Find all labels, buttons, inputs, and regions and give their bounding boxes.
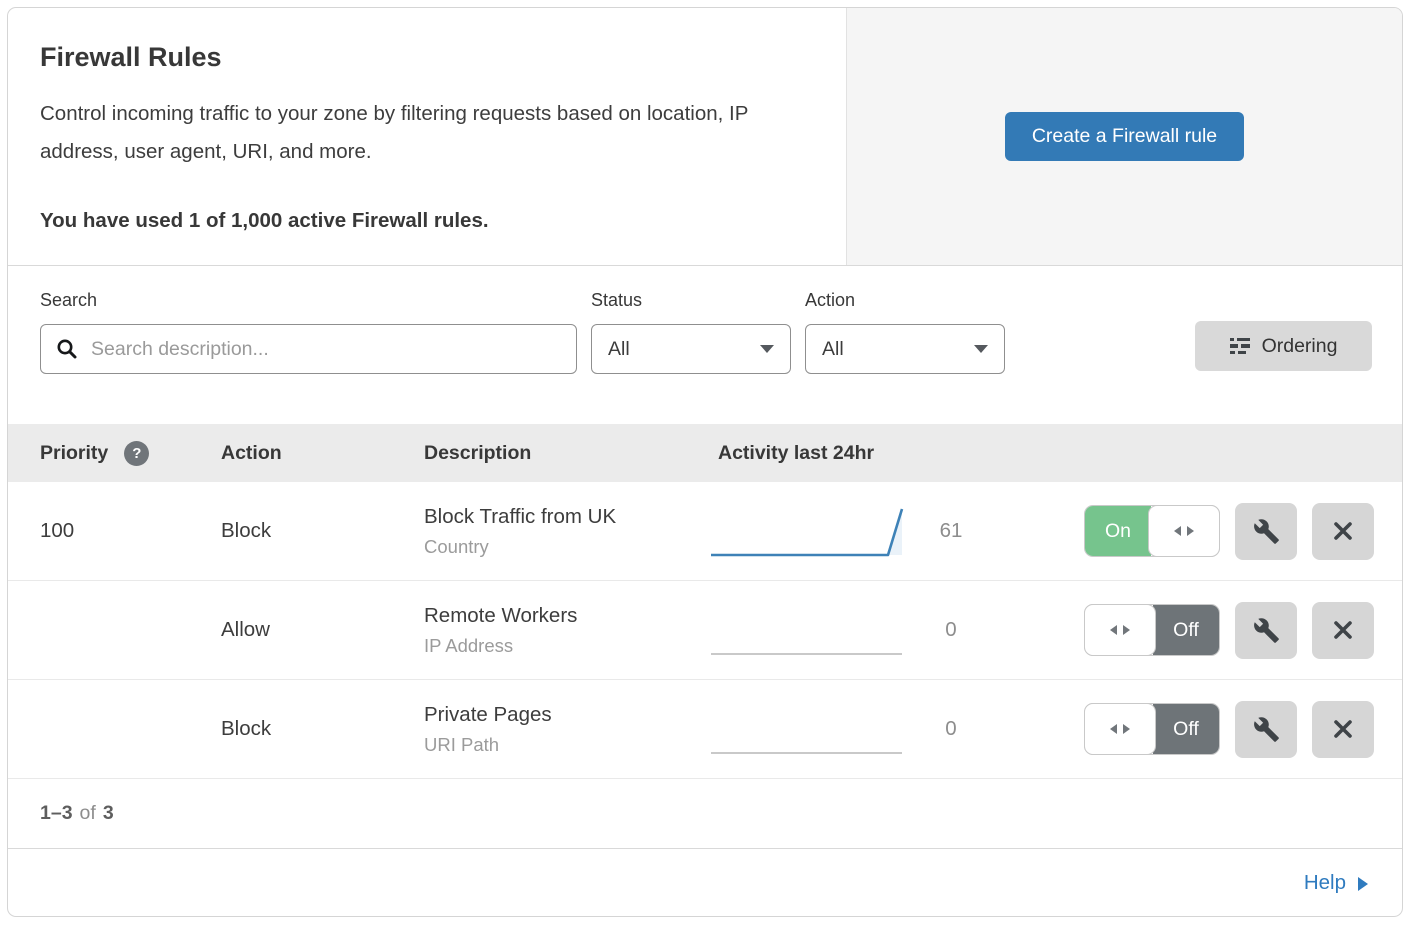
activity-sparkline [708, 500, 920, 562]
description-cell: Remote Workers IP Address [424, 604, 708, 657]
filters-bar: Search Status All Action All [8, 266, 1402, 424]
priority-help-icon[interactable]: ? [124, 441, 149, 466]
edit-rule-button[interactable] [1235, 503, 1297, 560]
help-bar: Help [8, 849, 1402, 916]
table-row: Allow Remote Workers IP Address 0 Off [8, 581, 1402, 680]
ordering-button-wrap: Ordering [1195, 290, 1372, 371]
wrench-icon [1253, 518, 1280, 545]
arrow-right-icon [1358, 877, 1368, 891]
usage-note: You have used 1 of 1,000 active Firewall… [40, 209, 806, 233]
firewall-rules-card: Firewall Rules Control incoming traffic … [7, 7, 1403, 917]
rule-controls: Off [982, 701, 1374, 758]
description-cell: Private Pages URI Path [424, 703, 708, 756]
toggle-handle[interactable] [1084, 604, 1156, 656]
edit-rule-button[interactable] [1235, 701, 1297, 758]
pagination-bar: 1–3 of 3 [8, 779, 1402, 849]
delete-rule-button[interactable] [1312, 503, 1374, 560]
rule-description: Block Traffic from UK [424, 505, 708, 529]
drag-arrows-icon [1123, 625, 1130, 635]
rule-description: Private Pages [424, 703, 708, 727]
column-header-activity: Activity last 24hr [708, 442, 982, 465]
edit-rule-button[interactable] [1235, 602, 1297, 659]
rule-enabled-toggle[interactable]: Off [1084, 604, 1220, 656]
status-label: Status [591, 290, 791, 311]
toggle-state-label: Off [1153, 704, 1219, 754]
list-ordering-icon [1230, 338, 1250, 355]
activity-count: 61 [920, 519, 982, 543]
status-filter-group: Status All [591, 290, 791, 374]
create-firewall-rule-button[interactable]: Create a Firewall rule [1005, 112, 1244, 161]
delete-rule-button[interactable] [1312, 602, 1374, 659]
toggle-state-label: On [1085, 506, 1151, 556]
wrench-icon [1253, 716, 1280, 743]
pagination-range: 1–3 [40, 802, 73, 825]
search-input[interactable] [89, 337, 562, 362]
action-label: Action [805, 290, 1005, 311]
activity-sparkline [708, 599, 920, 661]
activity-sparkline [708, 698, 920, 760]
action-cell: Block [221, 717, 424, 741]
rule-match-type: URI Path [424, 734, 708, 756]
action-select[interactable]: All [805, 324, 1005, 374]
column-header-priority: Priority ? [40, 441, 221, 466]
search-icon [55, 337, 79, 361]
drag-arrows-icon [1187, 526, 1194, 536]
rule-match-type: IP Address [424, 635, 708, 657]
drag-arrows-icon [1110, 625, 1117, 635]
close-icon [1331, 717, 1355, 741]
priority-header-label: Priority [40, 442, 108, 465]
drag-arrows-icon [1110, 724, 1117, 734]
rule-enabled-toggle[interactable]: Off [1084, 703, 1220, 755]
ordering-button[interactable]: Ordering [1195, 321, 1372, 371]
search-field-group: Search [40, 290, 577, 374]
toggle-handle[interactable] [1084, 703, 1156, 755]
status-select[interactable]: All [591, 324, 791, 374]
activity-count: 0 [920, 618, 982, 642]
close-icon [1331, 618, 1355, 642]
description-cell: Block Traffic from UK Country [424, 505, 708, 558]
toggle-state-label: Off [1153, 605, 1219, 655]
hero-action-panel: Create a Firewall rule [846, 8, 1402, 265]
wrench-icon [1253, 617, 1280, 644]
pagination-total: 3 [103, 802, 114, 825]
pagination-of-label: of [80, 802, 96, 825]
hero-section: Firewall Rules Control incoming traffic … [8, 8, 1402, 266]
drag-arrows-icon [1174, 526, 1181, 536]
activity-count: 0 [920, 717, 982, 741]
drag-arrows-icon [1123, 724, 1130, 734]
toggle-handle[interactable] [1148, 505, 1220, 557]
close-icon [1331, 519, 1355, 543]
rule-enabled-toggle[interactable]: On [1084, 505, 1220, 557]
rule-controls: Off [982, 602, 1374, 659]
column-header-description: Description [424, 442, 708, 465]
column-header-action: Action [221, 442, 424, 465]
action-cell: Allow [221, 618, 424, 642]
priority-cell: 100 [40, 519, 221, 543]
page-description: Control incoming traffic to your zone by… [40, 95, 806, 171]
search-label: Search [40, 290, 577, 311]
table-row: Block Private Pages URI Path 0 Off [8, 680, 1402, 779]
action-cell: Block [221, 519, 424, 543]
delete-rule-button[interactable] [1312, 701, 1374, 758]
page-title: Firewall Rules [40, 42, 806, 73]
table-header-row: Priority ? Action Description Activity l… [8, 424, 1402, 482]
rule-controls: On [982, 503, 1374, 560]
rule-description: Remote Workers [424, 604, 708, 628]
ordering-button-label: Ordering [1262, 335, 1338, 358]
action-filter-group: Action All [805, 290, 1005, 374]
status-selected-value: All [608, 338, 630, 361]
help-link-label: Help [1304, 871, 1346, 895]
action-selected-value: All [822, 338, 844, 361]
hero-text-block: Firewall Rules Control incoming traffic … [8, 8, 846, 265]
search-field[interactable] [40, 324, 577, 374]
chevron-down-icon [974, 345, 988, 353]
help-link[interactable]: Help [1304, 871, 1368, 895]
rule-match-type: Country [424, 536, 708, 558]
table-row: 100 Block Block Traffic from UK Country … [8, 482, 1402, 581]
chevron-down-icon [760, 345, 774, 353]
